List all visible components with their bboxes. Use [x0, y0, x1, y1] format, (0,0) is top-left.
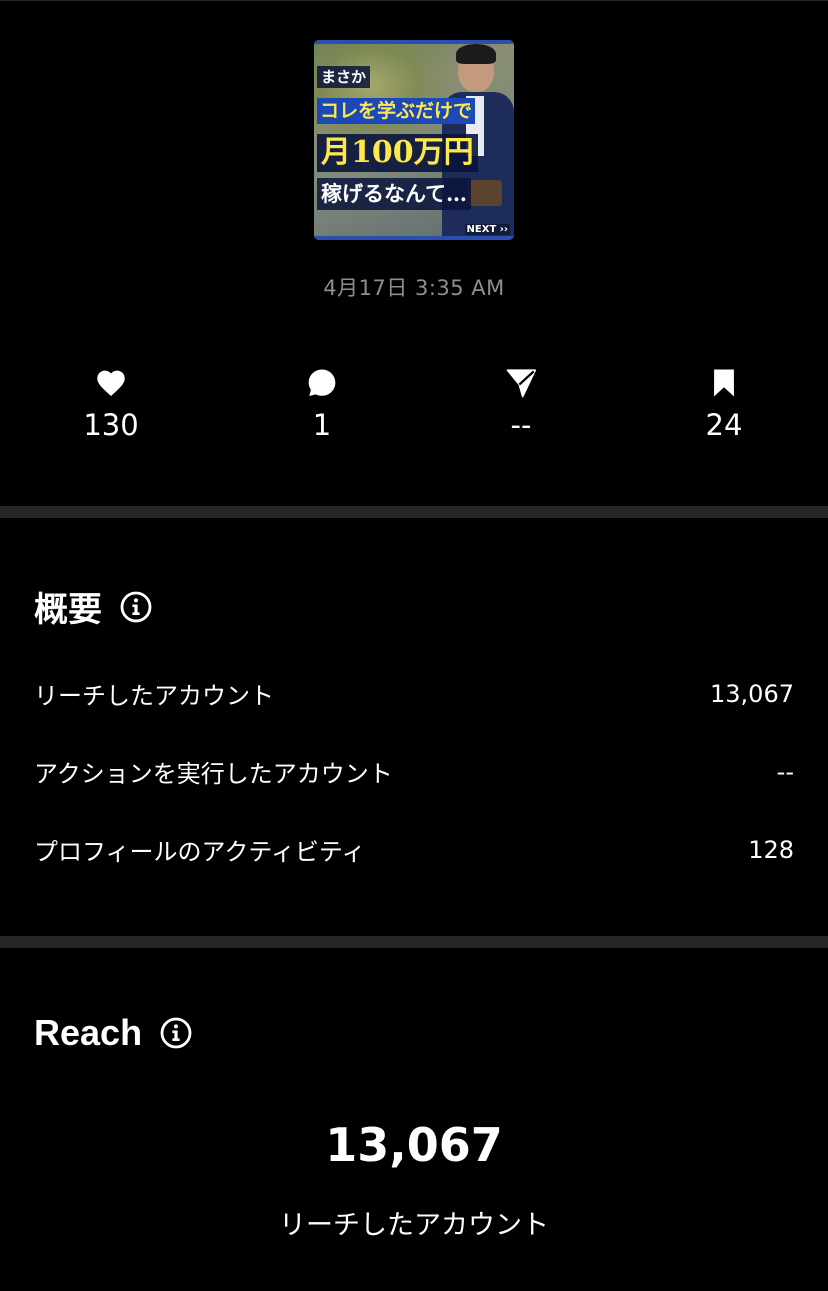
section-divider-1 — [0, 506, 828, 518]
shares-count: -- — [510, 408, 532, 442]
section-divider-2 — [0, 936, 828, 948]
thumb-caption-line-3: 月100万円 — [317, 134, 478, 172]
reach-title: Reach — [34, 1012, 143, 1053]
post-date: 4月17日 3:35 AM — [323, 276, 505, 300]
post-insights-screen: まさか コレを学ぶだけで 月100万円 稼げるなんて… NEXT ›› 4月17… — [0, 0, 828, 1291]
comment-icon — [308, 369, 336, 397]
overview-row-profile-activity[interactable]: プロフィールのアクティビティ 128 — [34, 832, 794, 867]
row-label: リーチしたアカウント — [34, 682, 274, 710]
overview-row-accounts-reached[interactable]: リーチしたアカウント 13,067 — [34, 676, 794, 711]
row-label: アクションを実行したアカウント — [34, 760, 393, 788]
saves-count: 24 — [705, 408, 743, 442]
heart-icon — [97, 370, 125, 397]
reach-header: Reach — [34, 1012, 192, 1054]
thumb-next-label: NEXT ›› — [464, 224, 510, 235]
likes-count: 130 — [83, 408, 139, 442]
shares-stat[interactable]: -- — [461, 366, 581, 442]
thumb-caption-line-4: 稼げるなんて… — [317, 178, 471, 210]
row-value: -- — [776, 757, 794, 786]
likes-stat[interactable]: 130 — [51, 366, 171, 442]
reach-total-label: リーチしたアカウント — [279, 1210, 549, 1241]
thumb-bag — [468, 180, 502, 206]
overview-row-accounts-engaged[interactable]: アクションを実行したアカウント -- — [34, 754, 794, 789]
comments-stat[interactable]: 1 — [262, 366, 382, 442]
overview-header: 概要 — [34, 582, 152, 631]
thumb-caption-line-2: コレを学ぶだけで — [317, 98, 476, 124]
comments-count: 1 — [312, 408, 332, 442]
row-value: 128 — [748, 835, 794, 864]
top-divider — [0, 0, 828, 1]
row-value: 13,067 — [710, 679, 794, 708]
post-thumbnail[interactable]: まさか コレを学ぶだけで 月100万円 稼げるなんて… NEXT ›› — [314, 40, 514, 240]
row-label: プロフィールのアクティビティ — [34, 838, 366, 866]
saves-stat[interactable]: 24 — [664, 366, 784, 442]
thumb-person-hair — [456, 44, 496, 64]
overview-title: 概要 — [34, 590, 102, 630]
info-icon[interactable] — [160, 1017, 192, 1049]
bookmark-icon — [714, 369, 734, 397]
reach-total: 13,067 — [325, 1118, 503, 1172]
info-icon[interactable] — [120, 591, 152, 623]
thumb-top-band — [314, 40, 514, 44]
thumb-bottom-band — [314, 236, 514, 240]
thumb-caption-line-1: まさか — [317, 66, 371, 88]
send-icon — [506, 369, 537, 398]
